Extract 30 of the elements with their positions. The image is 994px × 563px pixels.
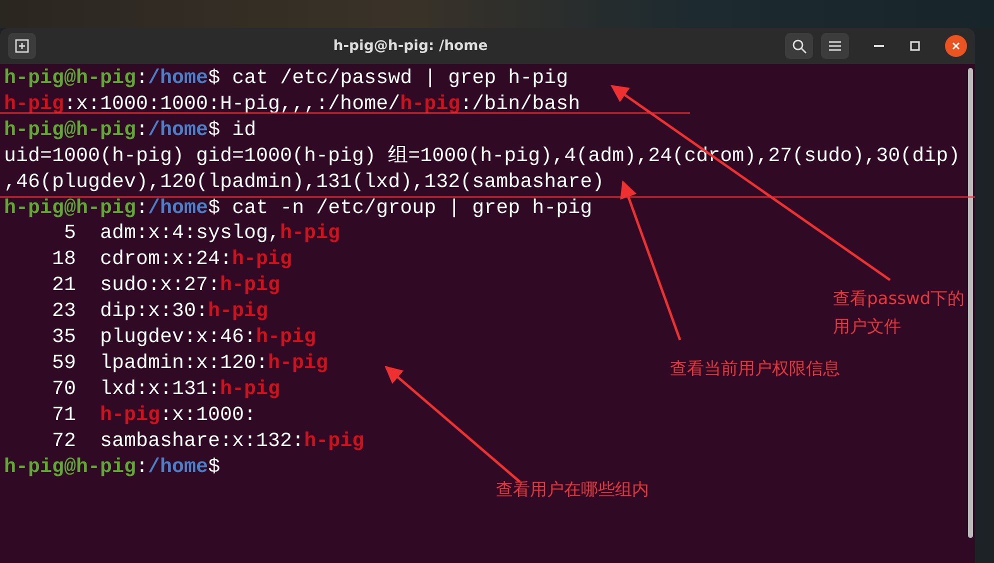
terminal-line: 72 sambashare:x:132:h-pig [51, 428, 364, 455]
annotation-note: 查看passwd下的 用户文件 [833, 288, 965, 339]
new-tab-button[interactable] [8, 33, 36, 59]
window-title: h-pig@h-pig: /home [333, 38, 488, 54]
terminal-line: h-pig@h-pig:/home$ [4, 454, 220, 480]
terminal-line: 59 lpadmin:x:120:h-pig [51, 350, 328, 377]
terminal-line: 71 h-pig:x:1000: [51, 402, 256, 429]
terminal-line: 5 adm:x:4:syslog,h-pig [63, 221, 340, 248]
terminal-line: h-pig@h-pig:/home$ cat /etc/passwd | grep h-pig [4, 66, 568, 92]
search-button[interactable] [785, 33, 813, 59]
close-icon [952, 42, 960, 50]
menu-icon [829, 41, 841, 51]
minimize-icon [874, 45, 884, 47]
annotation-note: 查看用户在哪些组内 [496, 479, 649, 502]
terminal-line: ,46(plugdev),120(lpadmin),131(lxd),132(sambashare) [4, 170, 604, 196]
annotation-note: 查看当前用户权限信息 [670, 358, 840, 381]
terminal-line: 23 dip:x:30:h-pig [51, 299, 268, 326]
terminal-line: h-pig@h-pig:/home$ cat -n /etc/group | grep h-pig [4, 196, 592, 222]
close-button[interactable] [945, 35, 967, 57]
terminal-line: h-pig:x:1000:1000:H-pig,,,:/home/h-pig:/bin/bash [4, 92, 580, 118]
terminal-line: 70 lxd:x:131:h-pig [51, 376, 280, 403]
terminal-line: 18 cdrom:x:24:h-pig [51, 247, 292, 274]
maximize-icon [910, 41, 920, 51]
scrollbar[interactable] [968, 68, 973, 538]
terminal-line: 21 sudo:x:27:h-pig [51, 273, 280, 300]
terminal-line: h-pig@h-pig:/home$ id [4, 118, 256, 144]
menu-button[interactable] [821, 33, 849, 59]
new-tab-icon [15, 39, 29, 53]
terminal-line: 35 plugdev:x:46:h-pig [51, 325, 316, 351]
search-icon [792, 38, 806, 54]
